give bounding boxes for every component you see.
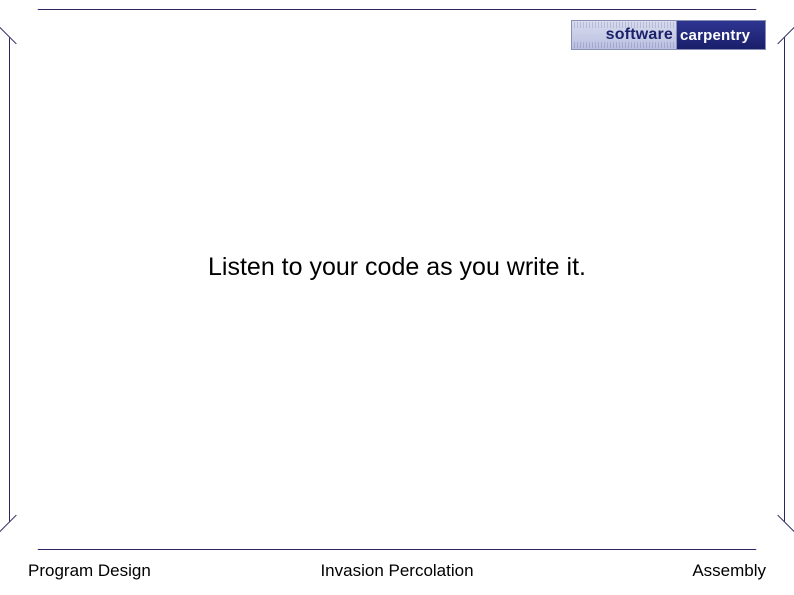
logo-right-text: carpentry [677,21,765,49]
footer-right: Assembly [692,561,766,581]
logo-left-text: software [572,21,677,49]
slide-footer: Program Design Invasion Percolation Asse… [0,559,794,583]
footer-center: Invasion Percolation [0,561,794,581]
slide-main-text: Listen to your code as you write it. [0,253,794,282]
frame-corner-tl [0,0,44,44]
logo-software-carpentry: software carpentry [571,20,766,50]
